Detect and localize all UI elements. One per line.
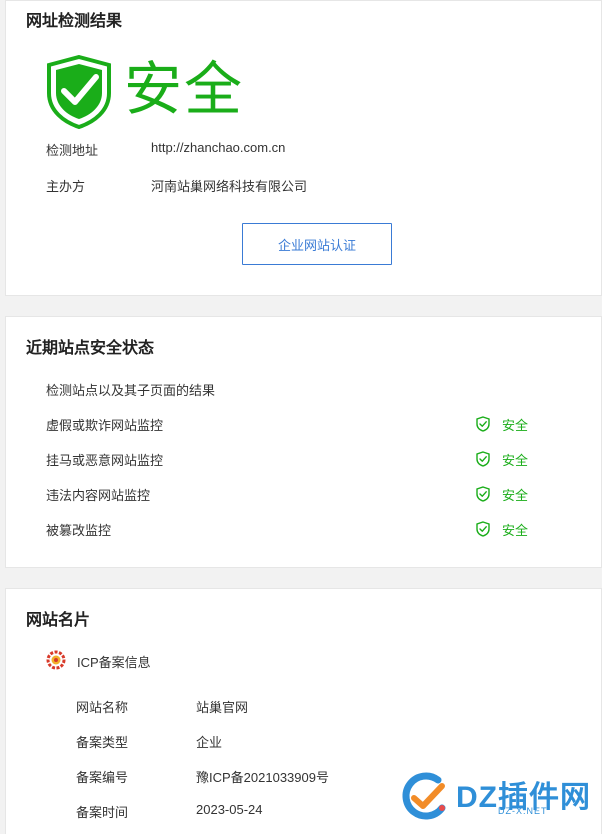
status-item-name: 违法内容网站监控 xyxy=(46,488,151,503)
shield-check-icon xyxy=(476,416,490,432)
icp-row-label: 备案类型 xyxy=(76,735,129,750)
status-row: 违法内容网站监控 安全 xyxy=(6,485,601,505)
safe-status-large: 安全 xyxy=(124,57,245,122)
status-item-status: 安全 xyxy=(502,418,529,433)
status-item-status: 安全 xyxy=(502,523,529,538)
watermark-subtext: DZ-X.NET xyxy=(498,806,548,816)
shield-check-icon xyxy=(476,521,490,537)
shield-check-icon xyxy=(47,55,111,129)
status-item-status: 安全 xyxy=(502,488,529,503)
icp-row-value: 2023-05-24 xyxy=(196,802,263,817)
url-label: 检测地址 xyxy=(46,143,99,158)
security-title: 近期站点安全状态 xyxy=(26,340,155,357)
result-card: 网址检测结果 安全 检测地址 http://zhanchao.com.cn 主办… xyxy=(5,0,602,296)
icp-emblem-icon xyxy=(46,650,66,670)
enterprise-cert-button[interactable]: 企业网站认证 xyxy=(242,223,392,265)
status-item-name: 挂马或恶意网站监控 xyxy=(46,453,164,468)
status-row: 虚假或欺诈网站监控 安全 xyxy=(6,415,601,435)
icp-row-label: 备案编号 xyxy=(76,770,129,785)
shield-check-icon xyxy=(476,486,490,502)
site-card-title: 网站名片 xyxy=(26,612,91,629)
icp-row-value: 豫ICP备2021033909号 xyxy=(196,770,329,785)
result-title: 网址检测结果 xyxy=(26,13,123,30)
icp-row-value: 站巢官网 xyxy=(196,700,249,715)
status-item-name: 被篡改监控 xyxy=(46,523,112,538)
security-status-card: 近期站点安全状态 检测站点以及其子页面的结果 虚假或欺诈网站监控 安全 挂马或恶… xyxy=(5,316,602,568)
owner-value: 河南站巢网络科技有限公司 xyxy=(151,179,308,194)
status-item-status: 安全 xyxy=(502,453,529,468)
icp-row-value: 企业 xyxy=(196,735,223,750)
shield-check-icon xyxy=(476,451,490,467)
owner-label: 主办方 xyxy=(46,179,86,194)
status-item-name: 虚假或欺诈网站监控 xyxy=(46,418,164,433)
watermark-logo-icon xyxy=(402,772,446,820)
url-value: http://zhanchao.com.cn xyxy=(151,140,286,155)
status-row: 被篡改监控 安全 xyxy=(6,520,601,540)
icp-row-label: 备案时间 xyxy=(76,805,129,820)
security-intro: 检测站点以及其子页面的结果 xyxy=(46,383,216,398)
icp-row-label: 网站名称 xyxy=(76,700,129,715)
icp-title: ICP备案信息 xyxy=(77,655,151,670)
watermark: DZ插件网 DZ-X.NET xyxy=(398,768,602,828)
status-row: 挂马或恶意网站监控 安全 xyxy=(6,450,601,470)
